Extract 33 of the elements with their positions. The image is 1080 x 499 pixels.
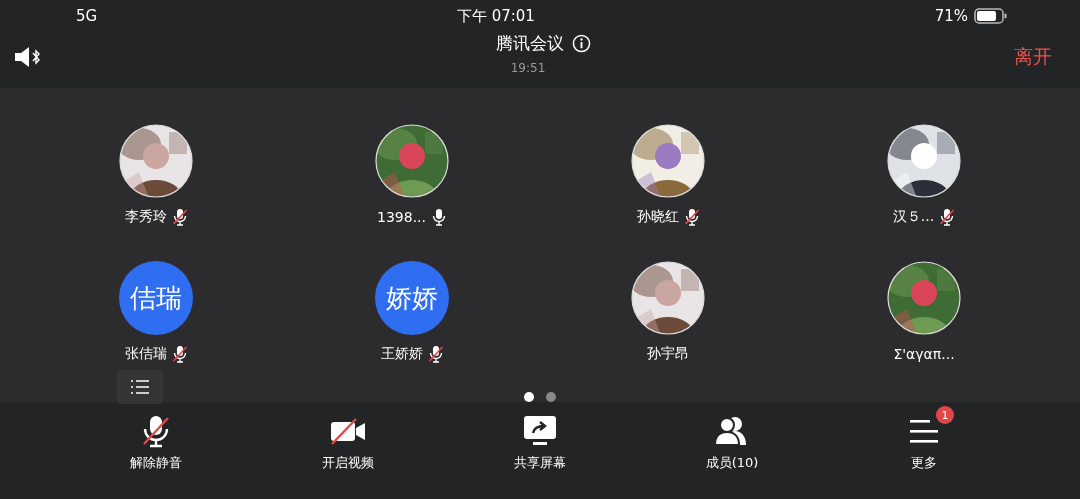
muted-mic-icon	[141, 414, 171, 448]
participant-name: Σ'αγαπ...	[893, 346, 955, 362]
toolbar-button[interactable]: 解除静音	[60, 404, 252, 476]
video-off-icon	[330, 417, 366, 445]
toolbar-button[interactable]: 共享屏幕	[444, 404, 636, 476]
speaker-bluetooth-icon[interactable]	[14, 46, 42, 68]
toolbar-button[interactable]: 开启视频	[252, 404, 444, 476]
participant-name: 孙晓红	[636, 208, 679, 226]
meeting-title: 腾讯会议	[495, 32, 564, 55]
clock: 下午 07:01	[456, 6, 535, 26]
participant-name: 王娇娇	[380, 345, 423, 363]
participant-name: 汉５...	[892, 208, 935, 226]
participant-name: 李秀玲	[124, 208, 167, 226]
notification-badge: 1	[936, 406, 954, 424]
network-label: 5G	[76, 7, 98, 25]
page-dot[interactable]	[546, 392, 556, 402]
menu-icon	[908, 417, 940, 445]
share-screen-icon	[523, 415, 557, 447]
toolbar-button[interactable]: 成员(10)	[636, 404, 828, 476]
page-dot[interactable]	[524, 392, 534, 402]
meeting-duration: 19:51	[510, 61, 546, 75]
avatar: 佶瑞	[119, 261, 193, 335]
battery-percent: 71%	[934, 7, 968, 25]
participant-name: 张佶瑞	[124, 345, 167, 363]
info-icon[interactable]	[571, 34, 591, 53]
leave-button[interactable]: 离开	[1014, 44, 1052, 70]
list-icon	[129, 378, 151, 396]
list-button[interactable]	[117, 370, 163, 404]
participant-name: 孙宇昂	[647, 345, 689, 363]
toolbar-button[interactable]: 1 更多	[828, 404, 1020, 476]
battery-icon	[974, 8, 1008, 24]
avatar: 娇娇	[375, 261, 449, 335]
participant-name: 1398...	[377, 209, 426, 225]
